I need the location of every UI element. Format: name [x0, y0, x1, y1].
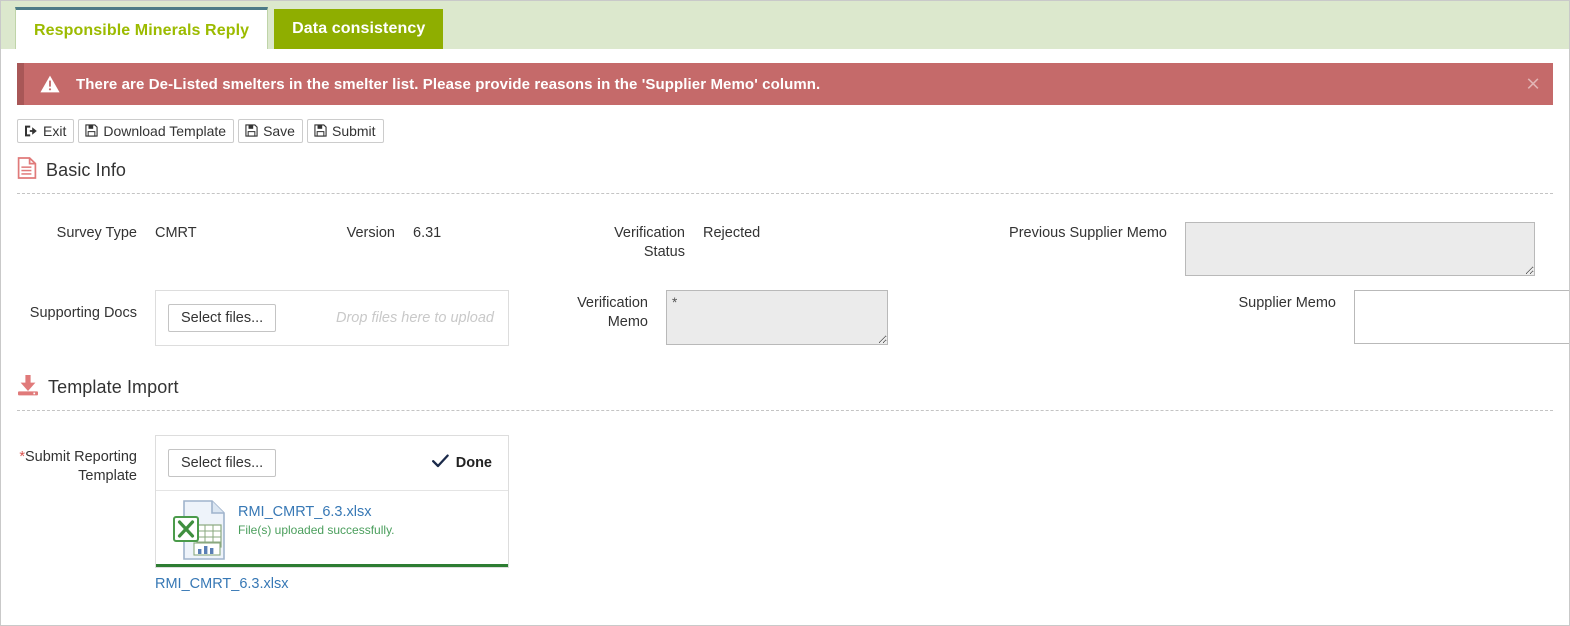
survey-type-value: CMRT	[155, 225, 197, 241]
content-area: There are De-Listed smelters in the smel…	[1, 49, 1569, 625]
basic-info-title: Basic Info	[46, 160, 127, 180]
verification-status-label: Verification Status	[614, 225, 685, 260]
supporting-docs-uploader[interactable]: Select files... Drop files here to uploa…	[155, 290, 509, 346]
save-button-label: Save	[263, 122, 295, 139]
floppy-disk-icon	[85, 124, 98, 137]
previous-supplier-memo-textarea	[1185, 222, 1535, 276]
survey-type-label: Survey Type	[56, 225, 137, 241]
template-import-title: Template Import	[48, 377, 179, 397]
submit-reporting-template-label-text: Submit Reporting Template	[24, 449, 137, 484]
verification-memo-textarea	[666, 290, 888, 345]
uploaded-file-meta: RMI_CMRT_6.3.xlsx File(s) uploaded succe…	[238, 499, 395, 566]
sign-out-icon	[24, 124, 38, 138]
basic-info-section-header: Basic Info	[1, 143, 1569, 184]
uploaded-file-list: RMI_CMRT_6.3.xlsx File(s) uploaded succe…	[156, 490, 508, 566]
tab-label: Data consistency	[292, 20, 426, 37]
submit-button-label: Submit	[331, 122, 376, 139]
upload-progress-bar	[156, 564, 508, 567]
version-value: 6.31	[413, 225, 442, 241]
exit-button-label: Exit	[43, 122, 67, 139]
check-icon	[431, 453, 449, 472]
download-template-button[interactable]: Download Template	[78, 119, 235, 143]
supporting-docs-select-files-button[interactable]: Select files...	[168, 303, 277, 332]
exit-button[interactable]: Exit	[17, 119, 75, 143]
submit-reporting-template-label: *Submit Reporting Template	[17, 435, 137, 486]
download-tray-icon	[17, 374, 39, 401]
template-import-form: *Submit Reporting Template Select files.…	[1, 435, 1569, 593]
supplier-memo-textarea[interactable]	[1354, 290, 1569, 344]
basic-info-row-1: Survey Type CMRT Version 6.31 Verificati…	[17, 222, 1553, 276]
supplier-memo-label: Supplier Memo	[1238, 295, 1336, 311]
tab-data-consistency[interactable]: Data consistency	[274, 9, 444, 49]
reporting-template-file-link[interactable]: RMI_CMRT_6.3.xlsx	[155, 576, 288, 592]
close-icon[interactable]: ×	[1525, 74, 1541, 94]
reporting-template-upload-bar: Select files... Done	[156, 436, 508, 490]
floppy-disk-icon	[314, 124, 327, 137]
reporting-template-uploader[interactable]: Select files... Done RMI_CMRT_6.3.xlsx F…	[155, 435, 509, 568]
excel-file-icon	[172, 499, 226, 566]
template-import-section-header: Template Import	[1, 346, 1569, 401]
upload-done-status: Done	[431, 453, 496, 472]
alert-message: There are De-Listed smelters in the smel…	[76, 75, 821, 93]
basic-info-form: Survey Type CMRT Version 6.31 Verificati…	[1, 222, 1569, 346]
previous-supplier-memo-label: Previous Supplier Memo	[1009, 225, 1167, 241]
supporting-docs-upload-bar: Select files... Drop files here to uploa…	[156, 291, 508, 345]
verification-status-value: Rejected	[703, 225, 761, 241]
tab-label: Responsible Minerals Reply	[34, 22, 250, 39]
done-label: Done	[455, 454, 492, 471]
download-template-button-label: Download Template	[103, 122, 227, 139]
upload-status-text: File(s) uploaded successfully.	[238, 523, 395, 537]
warning-triangle-icon	[40, 74, 60, 94]
page-frame: Responsible Minerals Reply Data consiste…	[0, 0, 1570, 626]
toolbar: Exit Download Template Save Submit	[1, 105, 1569, 143]
verification-memo-label: Verification Memo	[577, 295, 648, 330]
template-import-divider	[17, 410, 1553, 411]
template-import-row: *Submit Reporting Template Select files.…	[17, 435, 1553, 593]
save-button[interactable]: Save	[238, 119, 303, 143]
uploaded-file-name-link[interactable]: RMI_CMRT_6.3.xlsx	[238, 503, 395, 521]
reporting-template-select-files-button[interactable]: Select files...	[168, 448, 277, 477]
document-icon	[17, 157, 37, 184]
version-label: Version	[346, 225, 395, 241]
delisted-smelters-alert: There are De-Listed smelters in the smel…	[17, 63, 1553, 105]
floppy-disk-icon	[245, 124, 258, 137]
submit-button[interactable]: Submit	[306, 119, 384, 143]
tab-strip: Responsible Minerals Reply Data consiste…	[1, 1, 1569, 50]
supporting-docs-label: Supporting Docs	[29, 305, 137, 321]
basic-info-row-2: Supporting Docs Select files... Drop fil…	[17, 290, 1569, 346]
basic-info-divider	[17, 193, 1553, 194]
alert-wrapper: There are De-Listed smelters in the smel…	[1, 49, 1569, 105]
tab-responsible-minerals-reply[interactable]: Responsible Minerals Reply	[15, 7, 269, 50]
supporting-docs-drop-hint: Drop files here to upload	[336, 309, 494, 326]
